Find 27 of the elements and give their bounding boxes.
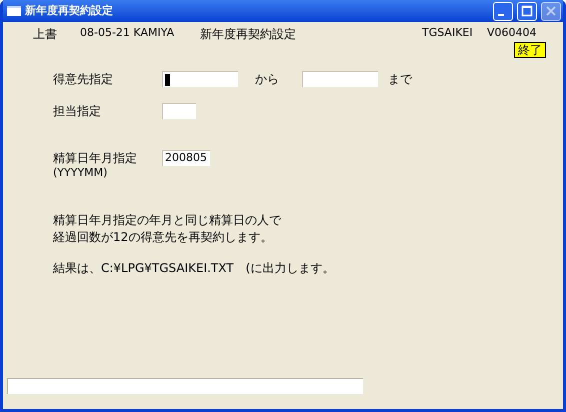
format-hint: (YYYYMM) [53, 166, 108, 180]
customer-to-field[interactable] [302, 71, 378, 87]
settlement-month-field[interactable]: 200805 [162, 150, 210, 166]
field-label: 精算日年月指定 [53, 150, 138, 167]
range-label: まで [388, 71, 412, 88]
range-label: から [255, 71, 280, 88]
exit-button[interactable]: 終了 [514, 42, 546, 58]
description-text: 精算日年月指定の年月と同じ精算日の人で 経過回数が12の得意先を再契約します。 [53, 212, 281, 246]
maximize-icon [521, 5, 533, 17]
field-label: 得意先指定 [53, 71, 114, 88]
text-cursor [165, 74, 170, 86]
minimize-icon [498, 14, 504, 16]
maximize-button[interactable] [517, 2, 537, 20]
field-label: 担当指定 [53, 103, 102, 120]
customer-from-field[interactable] [162, 71, 238, 87]
staff-field[interactable] [162, 103, 196, 119]
close-icon [545, 5, 557, 17]
date-user-text: 08-05-21 KAMIYA [80, 25, 176, 41]
minimize-button[interactable] [493, 2, 513, 20]
status-field[interactable] [7, 378, 363, 394]
output-note: 結果は、C:¥LPG¥TGSAIKEI.TXT (に出力します。 [53, 260, 334, 277]
app-icon [7, 6, 21, 16]
version-text: V060404 [487, 25, 537, 41]
screen-title: 新年度再契約設定 [200, 26, 297, 43]
program-id: TGSAIKEI [422, 25, 474, 41]
mode-label: 上書 [33, 26, 58, 43]
window-title: 新年度再契約設定 [25, 2, 114, 19]
